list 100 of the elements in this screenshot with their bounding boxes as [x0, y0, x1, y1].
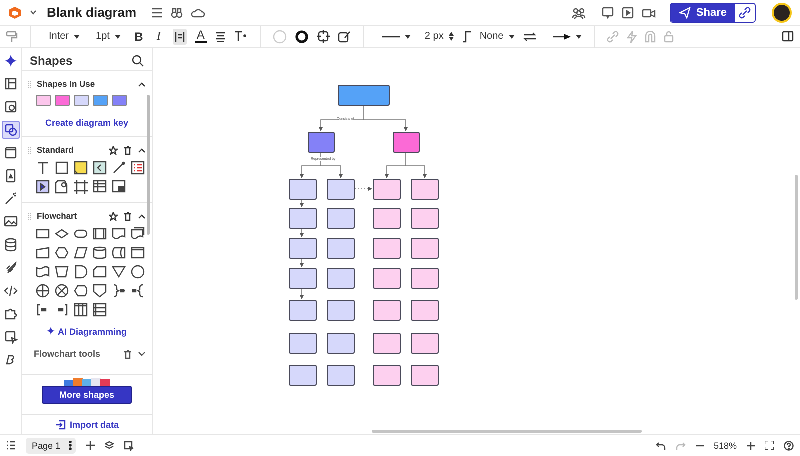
play-icon[interactable] — [622, 6, 634, 18]
parallelogram-tab-icon[interactable] — [36, 246, 50, 260]
x-circle-icon[interactable] — [55, 284, 69, 298]
connector[interactable] — [300, 258, 304, 268]
list-icon[interactable] — [131, 161, 145, 175]
video-camera-icon[interactable] — [642, 6, 656, 18]
fullscreen-icon[interactable] — [765, 441, 774, 450]
tape-icon[interactable] — [36, 265, 50, 279]
trash-icon[interactable] — [124, 146, 132, 154]
font-dropdown[interactable]: Inter — [49, 31, 80, 42]
star-icon[interactable] — [109, 146, 118, 154]
diagram-node[interactable] — [327, 238, 355, 259]
shape-swatch[interactable] — [74, 95, 89, 106]
diagram-node[interactable] — [373, 333, 401, 354]
diagram-node[interactable] — [327, 300, 355, 321]
connector-icon[interactable] — [462, 30, 472, 42]
bold-button[interactable]: B — [132, 30, 145, 44]
diagram-node[interactable] — [373, 268, 401, 289]
diagram-node[interactable] — [289, 333, 317, 354]
diagram-node[interactable] — [327, 179, 355, 200]
multiple-documents-icon[interactable] — [131, 227, 145, 241]
page-list-icon[interactable] — [6, 441, 16, 450]
shapes-icon[interactable] — [2, 121, 20, 139]
diagram-node[interactable] — [411, 238, 439, 259]
diagram-node[interactable] — [411, 208, 439, 229]
connector[interactable] — [320, 166, 343, 178]
collapse-icon[interactable] — [138, 82, 146, 86]
card-shape-icon[interactable] — [93, 265, 107, 279]
hexagon-icon[interactable] — [55, 246, 69, 260]
rectangle-icon[interactable] — [36, 227, 50, 241]
star-icon[interactable] — [109, 212, 118, 220]
diagram-node[interactable] — [289, 365, 317, 386]
left-brace-icon[interactable] — [131, 284, 145, 298]
diagram-node[interactable] — [327, 208, 355, 229]
create-key-link[interactable]: Create diagram key — [28, 118, 146, 128]
diagram-node[interactable] — [289, 238, 317, 259]
connector[interactable] — [300, 228, 304, 238]
connector[interactable] — [354, 187, 372, 191]
cylinder-icon[interactable] — [93, 246, 107, 260]
collapse-icon[interactable] — [138, 214, 146, 218]
rectangle-icon[interactable] — [55, 161, 69, 175]
diagram-node[interactable] — [411, 365, 439, 386]
media-icon[interactable] — [36, 180, 50, 194]
help-icon[interactable] — [784, 440, 794, 450]
diagram-node[interactable] — [327, 333, 355, 354]
line-icon[interactable] — [112, 161, 126, 175]
text-options-icon[interactable] — [234, 31, 248, 42]
vertical-scrollbar[interactable] — [795, 175, 798, 300]
align-icon[interactable] — [214, 32, 226, 42]
swap-icon[interactable] — [522, 32, 537, 42]
trash-icon[interactable] — [124, 212, 132, 220]
scrollbar[interactable] — [147, 95, 150, 235]
add-page-icon[interactable] — [86, 441, 95, 450]
import-data-link[interactable]: Import data — [54, 420, 119, 430]
caret-icon[interactable] — [30, 10, 37, 15]
text-box-button[interactable] — [172, 28, 187, 44]
process-icon[interactable] — [93, 227, 107, 241]
connector[interactable] — [385, 152, 406, 178]
page-tab[interactable]: Page 1 — [26, 438, 76, 454]
text-icon[interactable] — [36, 161, 50, 175]
diagram-node[interactable] — [373, 238, 401, 259]
diagram-node[interactable] — [373, 300, 401, 321]
arrow-start-dropdown[interactable]: None — [480, 31, 515, 42]
line-width-stepper[interactable]: 2 px — [424, 31, 454, 42]
connector[interactable] — [406, 166, 427, 178]
diagram-node[interactable] — [373, 179, 401, 200]
diagram-node[interactable] — [289, 268, 317, 289]
more-shapes-button[interactable]: More shapes — [42, 386, 132, 404]
ai-diagramming-link[interactable]: AI Diagramming — [28, 327, 146, 337]
diagram-node[interactable] — [393, 132, 420, 153]
diagram-node[interactable] — [411, 333, 439, 354]
triangle-icon[interactable] — [112, 265, 126, 279]
menu-icon[interactable] — [150, 8, 163, 18]
connector[interactable] — [300, 288, 304, 300]
diagram-node[interactable] — [289, 300, 317, 321]
shape-swatch[interactable] — [36, 95, 51, 106]
diagram-node[interactable] — [289, 208, 317, 229]
right-brace-icon[interactable] — [112, 284, 126, 298]
expand-icon[interactable] — [138, 352, 146, 356]
arrow-end-dropdown[interactable] — [552, 34, 582, 40]
shape-swatch[interactable] — [55, 95, 70, 106]
layers-icon[interactable] — [104, 440, 114, 450]
line-style-dropdown[interactable] — [382, 34, 411, 38]
people-icon[interactable] — [572, 6, 586, 18]
panel-toggle-icon[interactable] — [782, 31, 794, 42]
binoculars-icon[interactable] — [170, 6, 183, 18]
zoom-in-icon[interactable] — [747, 442, 755, 450]
zoom-level[interactable]: 518% — [714, 440, 737, 450]
fill-color-icon[interactable] — [272, 30, 287, 44]
pentagon-icon[interactable] — [93, 284, 107, 298]
font-size-dropdown[interactable]: 1pt — [96, 31, 121, 42]
style-icon[interactable] — [338, 30, 351, 43]
document-icon[interactable] — [112, 227, 126, 241]
diagram-node[interactable] — [327, 365, 355, 386]
shape-swatch[interactable] — [112, 95, 127, 106]
diagram-node[interactable] — [327, 268, 355, 289]
display-icon[interactable] — [74, 284, 88, 298]
swimlane-horizontal-icon[interactable] — [93, 303, 107, 317]
trapezoid-icon[interactable] — [55, 265, 69, 279]
paint-roller-icon[interactable] — [6, 30, 18, 42]
